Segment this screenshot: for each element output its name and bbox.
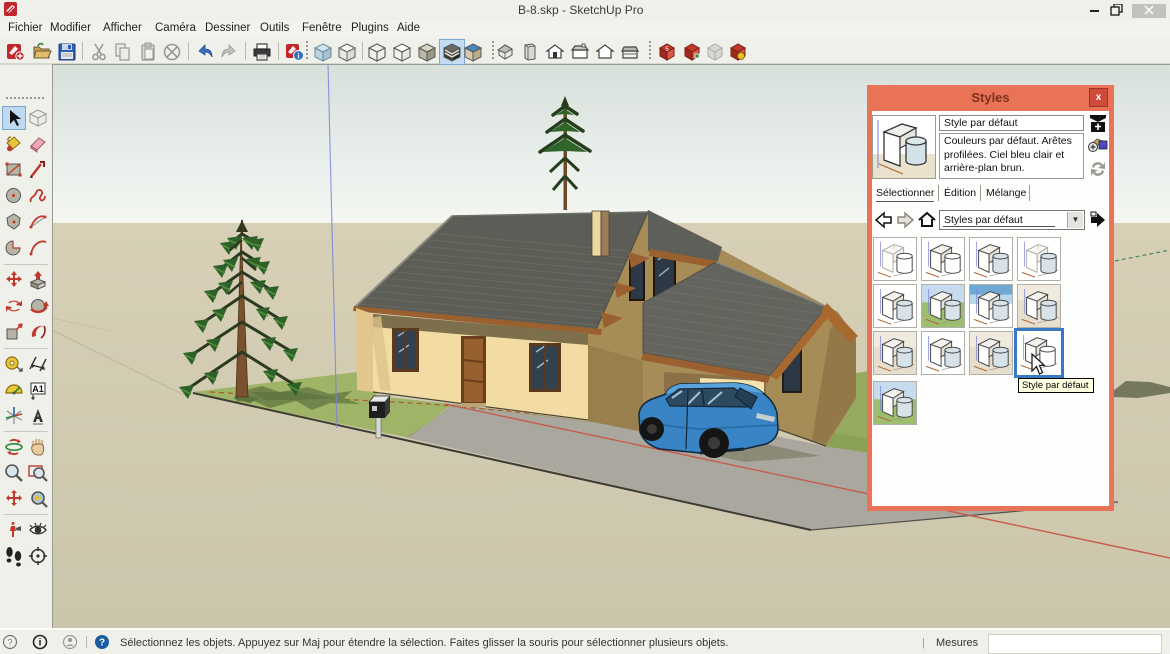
svg-text:?: ? (99, 638, 105, 649)
svg-text:?: ? (7, 638, 12, 648)
svg-text:A1: A1 (32, 384, 44, 394)
svg-text:i: i (39, 638, 42, 649)
